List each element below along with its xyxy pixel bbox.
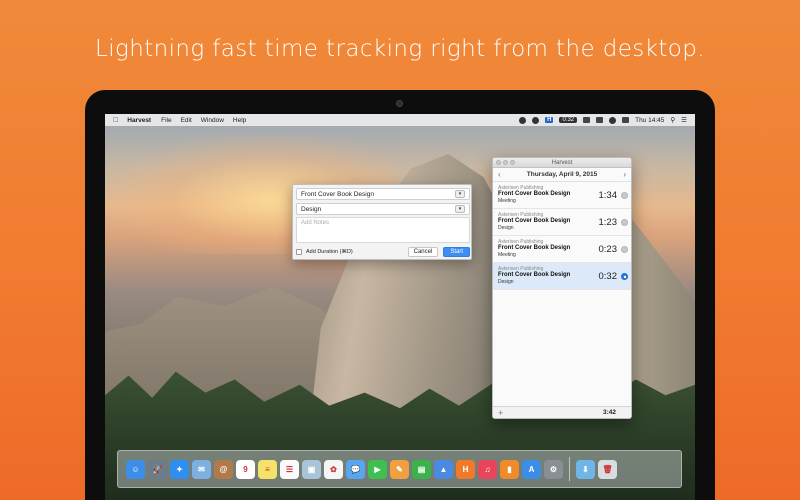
timer-running-icon[interactable] [621,273,628,280]
calendar-icon[interactable]: 9 [236,459,255,479]
menu-app-name[interactable]: Harvest [127,117,151,124]
chevron-down-icon: ▾ [455,205,465,213]
date-navigator: ‹ Thursday, April 9, 2015 › [493,168,631,182]
harvest-window: Harvest ‹ Thursday, April 9, 2015 › Aste… [492,157,632,419]
facetime-icon[interactable]: ▶ [368,459,387,479]
dialog-footer: Add Duration (⌘D) Cancel Start [296,246,470,258]
time-entry[interactable]: Asterisen Publishing Front Cover Book De… [493,209,631,236]
notes-field[interactable]: Add Notes [296,217,470,243]
menu-edit[interactable]: Edit [181,117,192,124]
previous-day-icon[interactable]: ‹ [498,170,501,179]
numbers-icon[interactable]: ▤ [412,459,431,479]
apple-menu-icon[interactable]:  [113,117,118,124]
headline: Lightning fast time tracking right from … [95,36,705,62]
system-preferences-icon[interactable]: ⚙ [544,459,563,479]
finder-icon[interactable]: ☺ [126,459,145,479]
add-duration-checkbox[interactable] [296,249,302,255]
pages-icon[interactable]: ✎ [390,459,409,479]
timer-toggle-icon[interactable] [621,192,628,199]
menu-file[interactable]: File [161,117,171,124]
menubar-timer[interactable]: 0:32 [559,117,578,123]
reminders-icon[interactable]: ☰ [280,459,299,479]
next-day-icon[interactable]: › [623,170,626,179]
start-button[interactable]: Start [443,247,470,257]
menu-bar:  Harvest File Edit Window Help H 0:32 T… [105,114,695,126]
trash-icon[interactable]: 🗑 [598,459,617,479]
daily-total: 3:42 [602,409,616,416]
sync-icon[interactable] [532,116,540,124]
harvest-titlebar: Harvest [493,158,631,168]
messages-icon[interactable]: 💬 [346,459,365,479]
battery-icon[interactable] [622,117,630,123]
time-entry-running[interactable]: Asterisen Publishing Front Cover Book De… [493,263,631,290]
entry-time: 0:32 [598,271,618,282]
task-select[interactable]: Design ▾ [296,203,470,215]
camera-icon [396,100,403,107]
menubar-clock[interactable]: Thu 14:45 [635,117,664,124]
menu-window[interactable]: Window [201,117,224,124]
dropbox-icon[interactable] [583,117,591,123]
entry-time: 0:23 [598,244,618,255]
status-icon[interactable] [519,116,527,124]
photos-icon[interactable]: ✿ [324,459,343,479]
current-date: Thursday, April 9, 2015 [526,171,598,178]
dock: ☺ 🚀 ✦ ✉ @9 ≡ ☰ ▣ ✿ 💬 ▶ ✎ ▤ ▲ H ♫ ▮ A ⚙ ⬇ 🗑 [117,450,682,488]
contacts-icon[interactable]: @ [214,459,233,479]
laptop-frame:  Harvest File Edit Window Help H 0:32 T… [85,90,715,500]
harvest-window-title: Harvest [551,159,573,166]
itunes-icon[interactable]: ♫ [478,459,497,479]
mail-icon[interactable]: ✉ [192,459,211,479]
harvest-footer: + 3:42 [493,406,631,418]
entry-time: 1:34 [598,190,618,201]
notes-icon[interactable]: ≡ [258,459,277,479]
menu-help[interactable]: Help [233,117,246,124]
volume-icon[interactable] [596,117,604,123]
wifi-icon[interactable] [609,116,617,124]
add-duration-label: Add Duration (⌘D) [306,249,353,255]
notification-center-icon[interactable]: ☰ [681,116,687,124]
harvest-menubar-icon[interactable]: H [545,117,554,123]
new-entry-dialog: Front Cover Book Design ▾ Design ▾ Add N… [292,184,472,260]
time-entry[interactable]: Asterisen Publishing Front Cover Book De… [493,182,631,209]
harvest-icon[interactable]: H [456,459,475,479]
launchpad-icon[interactable]: 🚀 [148,459,167,479]
chevron-down-icon: ▾ [455,190,465,198]
timer-toggle-icon[interactable] [621,219,628,226]
entry-time: 1:23 [598,217,618,228]
desktop-screen:  Harvest File Edit Window Help H 0:32 T… [105,114,695,500]
app-store-icon[interactable]: A [522,459,541,479]
dock-separator [569,457,570,481]
spotlight-icon[interactable]: ⚲ [670,116,675,124]
timer-toggle-icon[interactable] [621,246,628,253]
keynote-icon[interactable]: ▲ [434,459,453,479]
add-entry-icon[interactable]: + [498,408,503,418]
time-entry[interactable]: Asterisen Publishing Front Cover Book De… [493,236,631,263]
ibooks-icon[interactable]: ▮ [500,459,519,479]
project-select-value: Front Cover Book Design [301,190,374,198]
downloads-folder-icon[interactable]: ⬇ [576,459,595,479]
project-select[interactable]: Front Cover Book Design ▾ [296,188,470,200]
task-select-value: Design [301,205,322,213]
cancel-button[interactable]: Cancel [407,247,439,257]
photos-viewer-icon[interactable]: ▣ [302,459,321,479]
safari-icon[interactable]: ✦ [170,459,189,479]
